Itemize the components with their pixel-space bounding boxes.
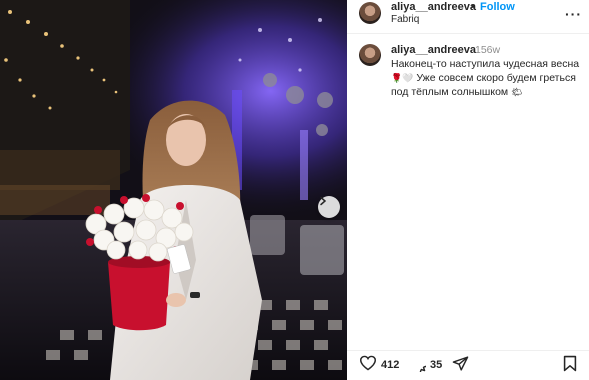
comment-button[interactable]: 35 [409, 355, 443, 380]
rose-emoji-icon: 🌹🤍 [391, 73, 414, 83]
caption-line-2-wrap: 🌹🤍 Уже совсем скоро будем греться [391, 71, 583, 85]
like-button[interactable]: 412 [359, 355, 399, 374]
caption-line-3: под тёплым солнышком [391, 86, 509, 98]
caption-line-2: Уже совсем скоро будем греться [416, 72, 576, 84]
share-icon [452, 355, 469, 375]
caption-avatar[interactable] [359, 44, 381, 66]
caption-line-1: Наконец-то наступила чудесная весна [391, 58, 580, 70]
post-details-panel: aliya__andreeva • Follow Fabriq ··· aliy… [347, 0, 589, 380]
location-link[interactable]: Fabriq [391, 14, 419, 25]
comment-icon [409, 355, 435, 380]
post-photo[interactable] [0, 0, 347, 380]
avatar[interactable] [359, 2, 381, 24]
next-photo-button[interactable] [318, 196, 340, 218]
action-bar: 412 35 [347, 350, 589, 380]
post-header: aliya__andreeva • Follow Fabriq ··· [347, 0, 589, 34]
post-time[interactable]: 156w [475, 44, 500, 56]
separator-dot: • [471, 1, 475, 13]
share-button[interactable] [452, 355, 469, 375]
follow-button[interactable]: Follow [480, 1, 515, 13]
sun-emoji-icon: 🌤 [511, 87, 523, 97]
save-button[interactable] [563, 355, 577, 375]
club-scene-image [0, 0, 347, 380]
caption-username[interactable]: aliya__andreeva [391, 44, 476, 56]
comment-count: 35 [430, 359, 443, 371]
more-icon[interactable]: ··· [565, 6, 582, 22]
heart-icon [359, 355, 377, 374]
bookmark-icon [563, 355, 577, 375]
username-link[interactable]: aliya__andreeva [391, 1, 476, 13]
caption-text: Наконец-то наступила чудесная весна 🌹🤍 У… [391, 57, 583, 99]
like-count: 412 [381, 358, 400, 371]
caption-line-3-wrap: под тёплым солнышком 🌤 [391, 85, 583, 99]
